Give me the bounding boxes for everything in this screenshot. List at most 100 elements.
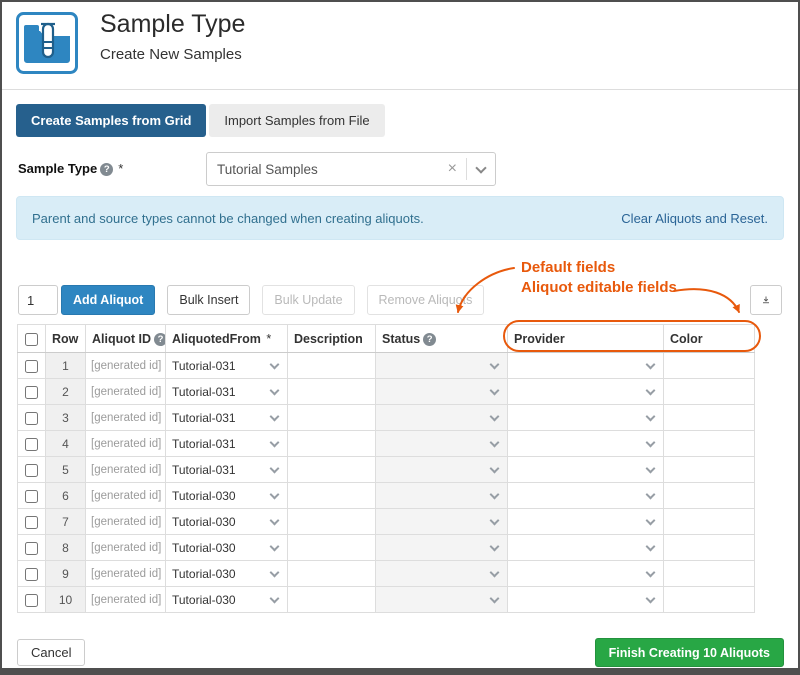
aliquoted-from-cell[interactable]: Tutorial-031	[166, 405, 288, 431]
color-cell[interactable]	[664, 353, 755, 379]
provider-cell[interactable]	[508, 431, 664, 457]
row-checkbox-cell	[18, 587, 46, 613]
chevron-down-icon	[646, 411, 656, 421]
row-checkbox[interactable]	[25, 542, 38, 555]
select-all-checkbox[interactable]	[25, 333, 38, 346]
provider-cell[interactable]	[508, 561, 664, 587]
color-cell[interactable]	[664, 379, 755, 405]
color-cell[interactable]	[664, 405, 755, 431]
bulk-update-button[interactable]: Bulk Update	[262, 285, 354, 315]
row-number-cell: 6	[46, 483, 86, 509]
description-cell[interactable]	[288, 457, 376, 483]
row-checkbox[interactable]	[25, 516, 38, 529]
description-cell[interactable]	[288, 431, 376, 457]
help-icon[interactable]: ?	[100, 163, 113, 176]
chevron-down-icon	[270, 541, 280, 551]
row-checkbox[interactable]	[25, 412, 38, 425]
row-checkbox[interactable]	[25, 490, 38, 503]
help-icon[interactable]: ?	[423, 333, 436, 346]
col-label: AliquotedFrom	[172, 332, 261, 346]
description-cell[interactable]	[288, 405, 376, 431]
aliquoted-from-cell[interactable]: Tutorial-031	[166, 457, 288, 483]
color-cell[interactable]	[664, 483, 755, 509]
description-cell[interactable]	[288, 587, 376, 613]
status-cell[interactable]	[376, 457, 508, 483]
aliquoted-from-cell[interactable]: Tutorial-031	[166, 431, 288, 457]
provider-cell[interactable]	[508, 405, 664, 431]
row-number-cell: 4	[46, 431, 86, 457]
aliquoted-from-cell[interactable]: Tutorial-030	[166, 587, 288, 613]
aliquoted-from-value: Tutorial-030	[172, 593, 236, 607]
description-cell[interactable]	[288, 483, 376, 509]
clear-aliquots-and-reset-link[interactable]: Clear Aliquots and Reset.	[621, 211, 768, 226]
remove-aliquots-button[interactable]: Remove Aliquots	[367, 285, 485, 315]
aliquoted-from-cell[interactable]: Tutorial-030	[166, 535, 288, 561]
description-cell[interactable]	[288, 561, 376, 587]
col-description: Description	[288, 325, 376, 353]
sample-type-select[interactable]: Tutorial Samples ×	[206, 152, 496, 186]
chevron-down-icon	[490, 593, 500, 603]
aliquot-id-cell: [generated id]	[86, 431, 166, 457]
aliquoted-from-cell[interactable]: Tutorial-030	[166, 483, 288, 509]
page-subtitle: Create New Samples	[100, 46, 245, 63]
row-checkbox[interactable]	[25, 568, 38, 581]
chevron-down-icon	[490, 437, 500, 447]
row-checkbox[interactable]	[25, 386, 38, 399]
description-cell[interactable]	[288, 353, 376, 379]
tab-bar: Create Samples from Grid Import Samples …	[16, 104, 385, 137]
clear-icon[interactable]: ×	[448, 160, 457, 178]
status-cell[interactable]	[376, 483, 508, 509]
description-cell[interactable]	[288, 509, 376, 535]
table-row: 9 [generated id] Tutorial-030	[18, 561, 755, 587]
chevron-down-icon	[646, 359, 656, 369]
bulk-insert-button[interactable]: Bulk Insert	[167, 285, 250, 315]
status-cell[interactable]	[376, 509, 508, 535]
provider-cell[interactable]	[508, 483, 664, 509]
help-icon[interactable]: ?	[154, 333, 165, 346]
aliquoted-from-value: Tutorial-031	[172, 385, 236, 399]
row-checkbox[interactable]	[25, 464, 38, 477]
chevron-down-icon	[646, 437, 656, 447]
color-cell[interactable]	[664, 431, 755, 457]
provider-cell[interactable]	[508, 379, 664, 405]
color-cell[interactable]	[664, 457, 755, 483]
provider-cell[interactable]	[508, 353, 664, 379]
row-checkbox[interactable]	[25, 360, 38, 373]
aliquoted-from-value: Tutorial-031	[172, 437, 236, 451]
table-row: 5 [generated id] Tutorial-031	[18, 457, 755, 483]
add-aliquot-button[interactable]: Add Aliquot	[61, 285, 155, 315]
row-checkbox-cell	[18, 431, 46, 457]
row-checkbox-cell	[18, 379, 46, 405]
provider-cell[interactable]	[508, 535, 664, 561]
status-cell[interactable]	[376, 535, 508, 561]
provider-cell[interactable]	[508, 587, 664, 613]
status-cell[interactable]	[376, 587, 508, 613]
color-cell[interactable]	[664, 587, 755, 613]
description-cell[interactable]	[288, 379, 376, 405]
aliquoted-from-cell[interactable]: Tutorial-030	[166, 561, 288, 587]
provider-cell[interactable]	[508, 509, 664, 535]
col-label: Status	[382, 332, 420, 346]
samples-grid: Row Aliquot ID? AliquotedFrom * Descript…	[17, 324, 755, 613]
aliquoted-from-cell[interactable]: Tutorial-031	[166, 379, 288, 405]
finish-creating-aliquots-button[interactable]: Finish Creating 10 Aliquots	[595, 638, 784, 667]
color-cell[interactable]	[664, 509, 755, 535]
description-cell[interactable]	[288, 535, 376, 561]
status-cell[interactable]	[376, 353, 508, 379]
status-cell[interactable]	[376, 405, 508, 431]
tab-import-samples-from-file[interactable]: Import Samples from File	[209, 104, 384, 137]
aliquot-count-input[interactable]	[18, 285, 58, 315]
row-checkbox[interactable]	[25, 438, 38, 451]
download-button[interactable]	[750, 285, 782, 315]
aliquoted-from-cell[interactable]: Tutorial-030	[166, 509, 288, 535]
color-cell[interactable]	[664, 535, 755, 561]
tab-create-samples-from-grid[interactable]: Create Samples from Grid	[16, 104, 206, 137]
status-cell[interactable]	[376, 431, 508, 457]
provider-cell[interactable]	[508, 457, 664, 483]
aliquoted-from-cell[interactable]: Tutorial-031	[166, 353, 288, 379]
cancel-button[interactable]: Cancel	[17, 639, 85, 666]
color-cell[interactable]	[664, 561, 755, 587]
status-cell[interactable]	[376, 561, 508, 587]
row-checkbox[interactable]	[25, 594, 38, 607]
status-cell[interactable]	[376, 379, 508, 405]
